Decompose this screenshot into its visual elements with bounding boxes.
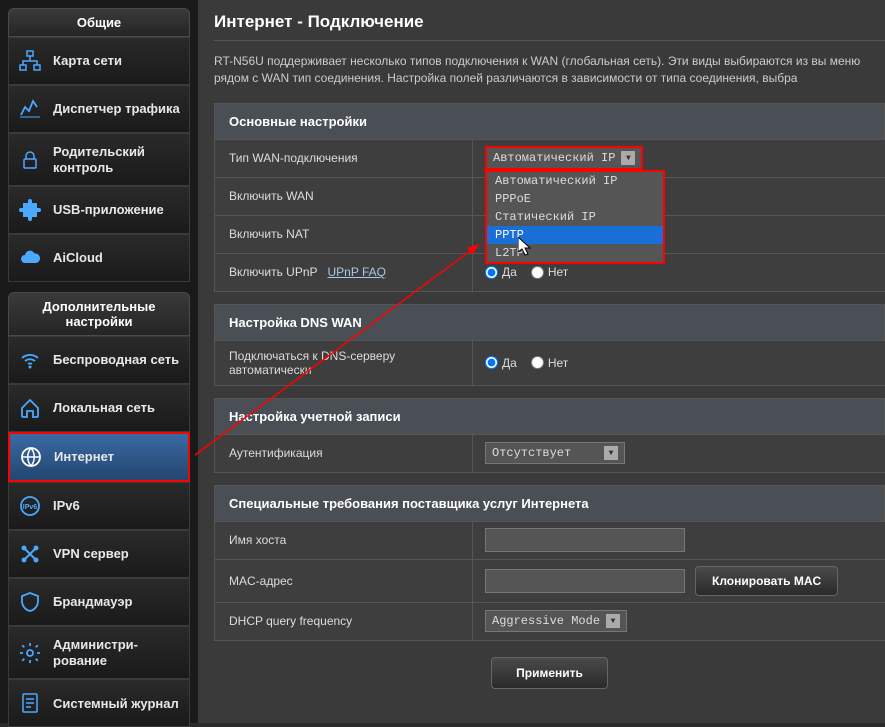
chevron-down-icon: ▼ [621,151,635,165]
select-wan-type[interactable]: Автоматический IP ▼ [485,146,643,170]
sidebar-item-label: Беспроводная сеть [53,352,179,368]
dropdown-option[interactable]: L2TP [487,244,663,262]
sidebar-advanced-header: Дополнительные настройки [8,292,190,336]
radio-dns-yes[interactable]: Да [485,356,517,370]
section-header-isp: Специальные требования поставщика услуг … [214,485,885,522]
sidebar-item-label: Интернет [54,449,114,465]
sidebar-item-parental[interactable]: Родительский контроль [8,133,190,186]
section-header-basic: Основные настройки [214,103,885,140]
section-header-account: Настройка учетной записи [214,398,885,435]
svg-text:IPv6: IPv6 [23,504,38,511]
label-auto-dns: Подключаться к DNS-серверу автоматически [215,341,473,385]
label-enable-nat: Включить NAT [215,216,473,253]
sidebar-item-usb[interactable]: USB-приложение [8,186,190,234]
section-header-dns: Настройка DNS WAN [214,304,885,341]
radio-dns: Да Нет [485,356,568,370]
sidebar-item-label: Локальная сеть [53,400,155,416]
upnp-faq-link[interactable]: UPnP FAQ [328,265,386,279]
sidebar-item-vpn[interactable]: VPN сервер [8,530,190,578]
row-auto-dns: Подключаться к DNS-серверу автоматически… [214,341,885,386]
shield-icon [17,589,43,615]
admin-icon [17,640,43,666]
select-dhcp[interactable]: Aggressive Mode ▼ [485,610,627,632]
radio-upnp: Да Нет [485,265,568,279]
section-isp: Специальные требования поставщика услуг … [214,485,885,641]
sidebar-item-admin[interactable]: Администри-рование [8,626,190,679]
dropdown-option-pptp[interactable]: PPTP [487,226,663,244]
label-enable-wan: Включить WAN [215,178,473,215]
cloud-icon [17,245,43,271]
chevron-down-icon: ▼ [606,614,620,628]
dropdown-option[interactable]: Статический IP [487,208,663,226]
sidebar-item-network-map[interactable]: Карта сети [8,37,190,85]
main-content: Интернет - Подключение RT-N56U поддержив… [198,0,885,723]
sidebar-item-label: VPN сервер [53,546,129,562]
sidebar-item-label: USB-приложение [53,202,164,218]
row-wan-type: Тип WAN-подключения Автоматический IP ▼ … [214,140,885,178]
clone-mac-button[interactable]: Клонировать MAC [695,566,838,596]
traffic-icon [17,96,43,122]
network-map-icon [17,48,43,74]
section-dns: Настройка DNS WAN Подключаться к DNS-сер… [214,304,885,386]
vpn-icon [17,541,43,567]
label-hostname: Имя хоста [215,522,473,559]
radio-dns-no[interactable]: Нет [531,356,568,370]
sidebar-item-label: Диспетчер трафика [53,101,180,117]
dropdown-option[interactable]: PPPoE [487,190,663,208]
row-auth: Аутентификация Отсутствует ▼ [214,435,885,473]
wifi-icon [17,347,43,373]
label-wan-type: Тип WAN-подключения [215,140,473,177]
label-auth: Аутентификация [215,435,473,472]
wan-type-dropdown: Автоматический IP PPPoE Статический IP P… [485,170,665,264]
home-icon [17,395,43,421]
log-icon [17,690,43,716]
sidebar-item-ipv6[interactable]: IPv6 IPv6 [8,482,190,530]
puzzle-icon [17,197,43,223]
sidebar-item-aicloud[interactable]: AiCloud [8,234,190,282]
chevron-down-icon: ▼ [604,446,618,460]
sidebar-item-lan[interactable]: Локальная сеть [8,384,190,432]
sidebar-item-label: Системный журнал [53,696,179,712]
sidebar: Общие Карта сети Диспетчер трафика Родит… [0,0,198,723]
select-value: Aggressive Mode [492,614,600,628]
section-account: Настройка учетной записи Аутентификация … [214,398,885,473]
input-hostname[interactable] [485,528,685,552]
select-value: Автоматический IP [493,151,615,165]
sidebar-item-label: IPv6 [53,498,80,514]
apply-button[interactable]: Применить [491,657,608,689]
sidebar-item-label: Брандмауэр [53,594,132,610]
sidebar-item-internet[interactable]: Интернет [8,432,190,482]
sidebar-item-label: Карта сети [53,53,122,69]
sidebar-item-wireless[interactable]: Беспроводная сеть [8,336,190,384]
row-mac: MAC-адрес Клонировать MAC [214,560,885,603]
sidebar-item-firewall[interactable]: Брандмауэр [8,578,190,626]
label-enable-upnp: Включить UPnP UPnP FAQ [215,254,473,291]
dropdown-option[interactable]: Автоматический IP [487,172,663,190]
lock-icon [17,147,43,173]
row-hostname: Имя хоста [214,522,885,560]
sidebar-item-traffic[interactable]: Диспетчер трафика [8,85,190,133]
sidebar-item-syslog[interactable]: Системный журнал [8,679,190,727]
ipv6-icon: IPv6 [17,493,43,519]
radio-upnp-yes[interactable]: Да [485,265,517,279]
sidebar-item-label: AiCloud [53,250,103,266]
page-description: RT-N56U поддерживает несколько типов под… [214,53,885,87]
select-value: Отсутствует [492,446,571,460]
label-mac: MAC-адрес [215,560,473,602]
sidebar-item-label: Родительский контроль [53,144,181,175]
row-dhcp: DHCP query frequency Aggressive Mode ▼ [214,603,885,641]
select-auth[interactable]: Отсутствует ▼ [485,442,625,464]
label-dhcp: DHCP query frequency [215,603,473,640]
section-basic: Основные настройки Тип WAN-подключения А… [214,103,885,292]
input-mac[interactable] [485,569,685,593]
page-title: Интернет - Подключение [214,12,885,41]
sidebar-general-header: Общие [8,8,190,37]
globe-icon [18,444,44,470]
sidebar-item-label: Администри-рование [53,637,181,668]
radio-upnp-no[interactable]: Нет [531,265,568,279]
